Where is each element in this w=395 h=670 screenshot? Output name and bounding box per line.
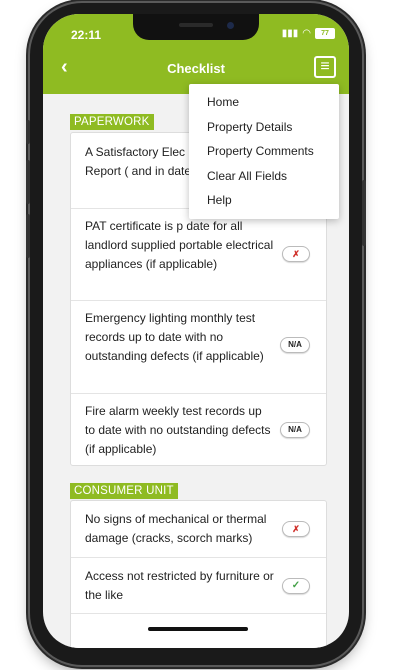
battery-icon: 77 xyxy=(315,28,335,39)
menu-item-property-comments[interactable]: Property Comments xyxy=(207,144,314,158)
checklist-row[interactable]: Access not restricted by furniture or th… xyxy=(71,557,326,613)
mute-switch xyxy=(26,120,30,144)
checklist-row[interactable]: Emergency lighting monthly test records … xyxy=(71,300,326,393)
checklist-row[interactable]: Fire alarm weekly test records up to dat… xyxy=(71,393,326,465)
checklist-row-text: No signs of mechanical or thermal damage… xyxy=(85,512,267,545)
status-time: 22:11 xyxy=(71,28,102,42)
power-button xyxy=(362,180,366,246)
fail-badge[interactable]: ✗ xyxy=(282,246,310,262)
notch xyxy=(133,14,259,40)
wifi-icon: ◠ xyxy=(302,28,311,39)
checklist-row[interactable]: No signs of mechanical or thermal damage… xyxy=(71,501,326,557)
checklist-row-text: Fire alarm weekly test records up to dat… xyxy=(85,404,271,456)
checklist-card-consumer-unit: No signs of mechanical or thermal damage… xyxy=(70,500,327,648)
page-title: Checklist xyxy=(167,61,225,76)
section-label-paperwork: PAPERWORK xyxy=(70,114,154,130)
speaker-grille xyxy=(179,23,213,27)
menu-item-home[interactable]: Home xyxy=(207,95,239,109)
fail-badge[interactable]: ✗ xyxy=(282,521,310,537)
checklist-row-text: PAT certificate is p date for all landlo… xyxy=(85,219,274,271)
nav-dropdown-menu: Home Property Details Property Comments … xyxy=(189,84,339,219)
volume-up-button xyxy=(26,160,30,204)
section-label-consumer-unit: CONSUMER UNIT xyxy=(70,483,178,499)
na-badge[interactable]: N/A xyxy=(280,422,310,438)
home-indicator[interactable] xyxy=(148,627,248,631)
na-badge[interactable]: N/A xyxy=(280,337,310,353)
checklist-row-text: Emergency lighting monthly test records … xyxy=(85,311,264,363)
status-icons: ▮▮▮ ◠ 77 xyxy=(282,28,335,39)
front-camera xyxy=(227,22,234,29)
pass-badge[interactable]: ✓ xyxy=(282,578,310,594)
signal-icon: ▮▮▮ xyxy=(281,28,299,39)
menu-item-clear-all-fields[interactable]: Clear All Fields xyxy=(207,169,287,183)
volume-down-button xyxy=(26,214,30,258)
menu-item-property-details[interactable]: Property Details xyxy=(207,120,292,134)
menu-item-help[interactable]: Help xyxy=(207,193,232,207)
screen: 22:11 ▮▮▮ ◠ 77 ‹ Checklist ≡ PAPERWORK A… xyxy=(43,14,349,648)
hamburger-icon[interactable]: ≡ xyxy=(314,56,336,78)
status-bar: 22:11 ▮▮▮ ◠ 77 xyxy=(43,14,349,44)
checklist-row-text: Access not restricted by furniture or th… xyxy=(85,569,274,602)
checklist-row[interactable]: PAT certificate is p date for all landlo… xyxy=(71,208,326,300)
